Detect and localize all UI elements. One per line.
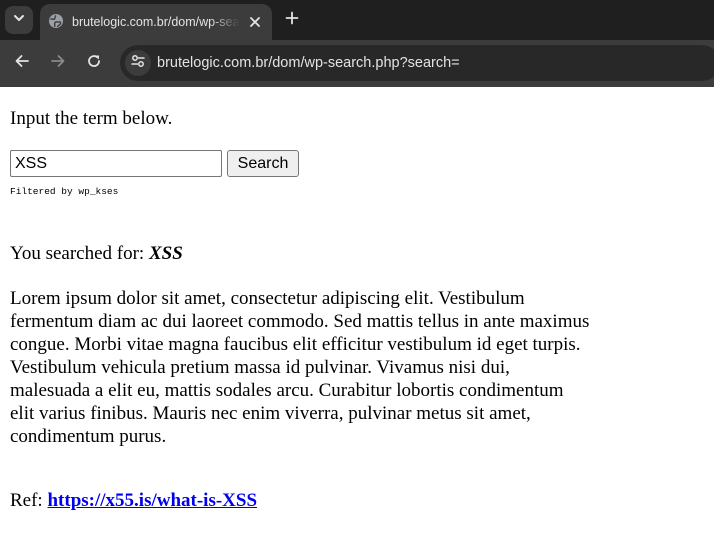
active-tab[interactable]: brutelogic.com.br/dom/wp-search.php?sear… xyxy=(40,4,272,40)
search-input[interactable] xyxy=(10,150,222,177)
tab-search-button[interactable] xyxy=(5,6,33,34)
plus-icon xyxy=(285,11,299,30)
reload-button[interactable] xyxy=(82,51,106,75)
page-content: Input the term below. Search Filtered by… xyxy=(0,87,714,536)
search-button[interactable]: Search xyxy=(227,150,299,177)
ref-label: Ref: xyxy=(10,490,48,511)
back-button[interactable] xyxy=(10,51,34,75)
ref-link[interactable]: https://x55.is/what-is-XSS xyxy=(47,490,257,511)
address-bar[interactable]: brutelogic.com.br/dom/wp-search.php?sear… xyxy=(120,45,714,81)
filter-note: Filtered by wp_kses xyxy=(10,186,119,197)
url-text[interactable]: brutelogic.com.br/dom/wp-search.php?sear… xyxy=(157,54,460,72)
tab-title: brutelogic.com.br/dom/wp-search.php?sear… xyxy=(72,15,240,29)
reference: Ref: https://x55.is/what-is-XSS xyxy=(10,490,257,512)
search-result-heading: You searched for: XSS xyxy=(10,243,183,265)
arrow-left-icon xyxy=(14,53,30,74)
tune-icon xyxy=(130,53,146,74)
searched-prefix: You searched for: xyxy=(10,243,149,264)
lorem-paragraph: Lorem ipsum dolor sit amet, consectetur … xyxy=(10,288,590,447)
intro-text: Input the term below. xyxy=(10,108,173,129)
globe-icon xyxy=(48,13,64,29)
close-icon[interactable] xyxy=(246,13,264,31)
site-info-button[interactable] xyxy=(125,50,151,76)
reload-icon xyxy=(86,53,102,74)
tab-strip: brutelogic.com.br/dom/wp-search.php?sear… xyxy=(0,0,714,40)
chevron-down-icon xyxy=(12,11,26,30)
browser-toolbar: brutelogic.com.br/dom/wp-search.php?sear… xyxy=(0,40,714,87)
new-tab-button[interactable] xyxy=(280,8,304,32)
forward-button[interactable] xyxy=(46,51,70,75)
searched-term: XSS xyxy=(148,243,183,264)
arrow-right-icon xyxy=(50,53,66,74)
